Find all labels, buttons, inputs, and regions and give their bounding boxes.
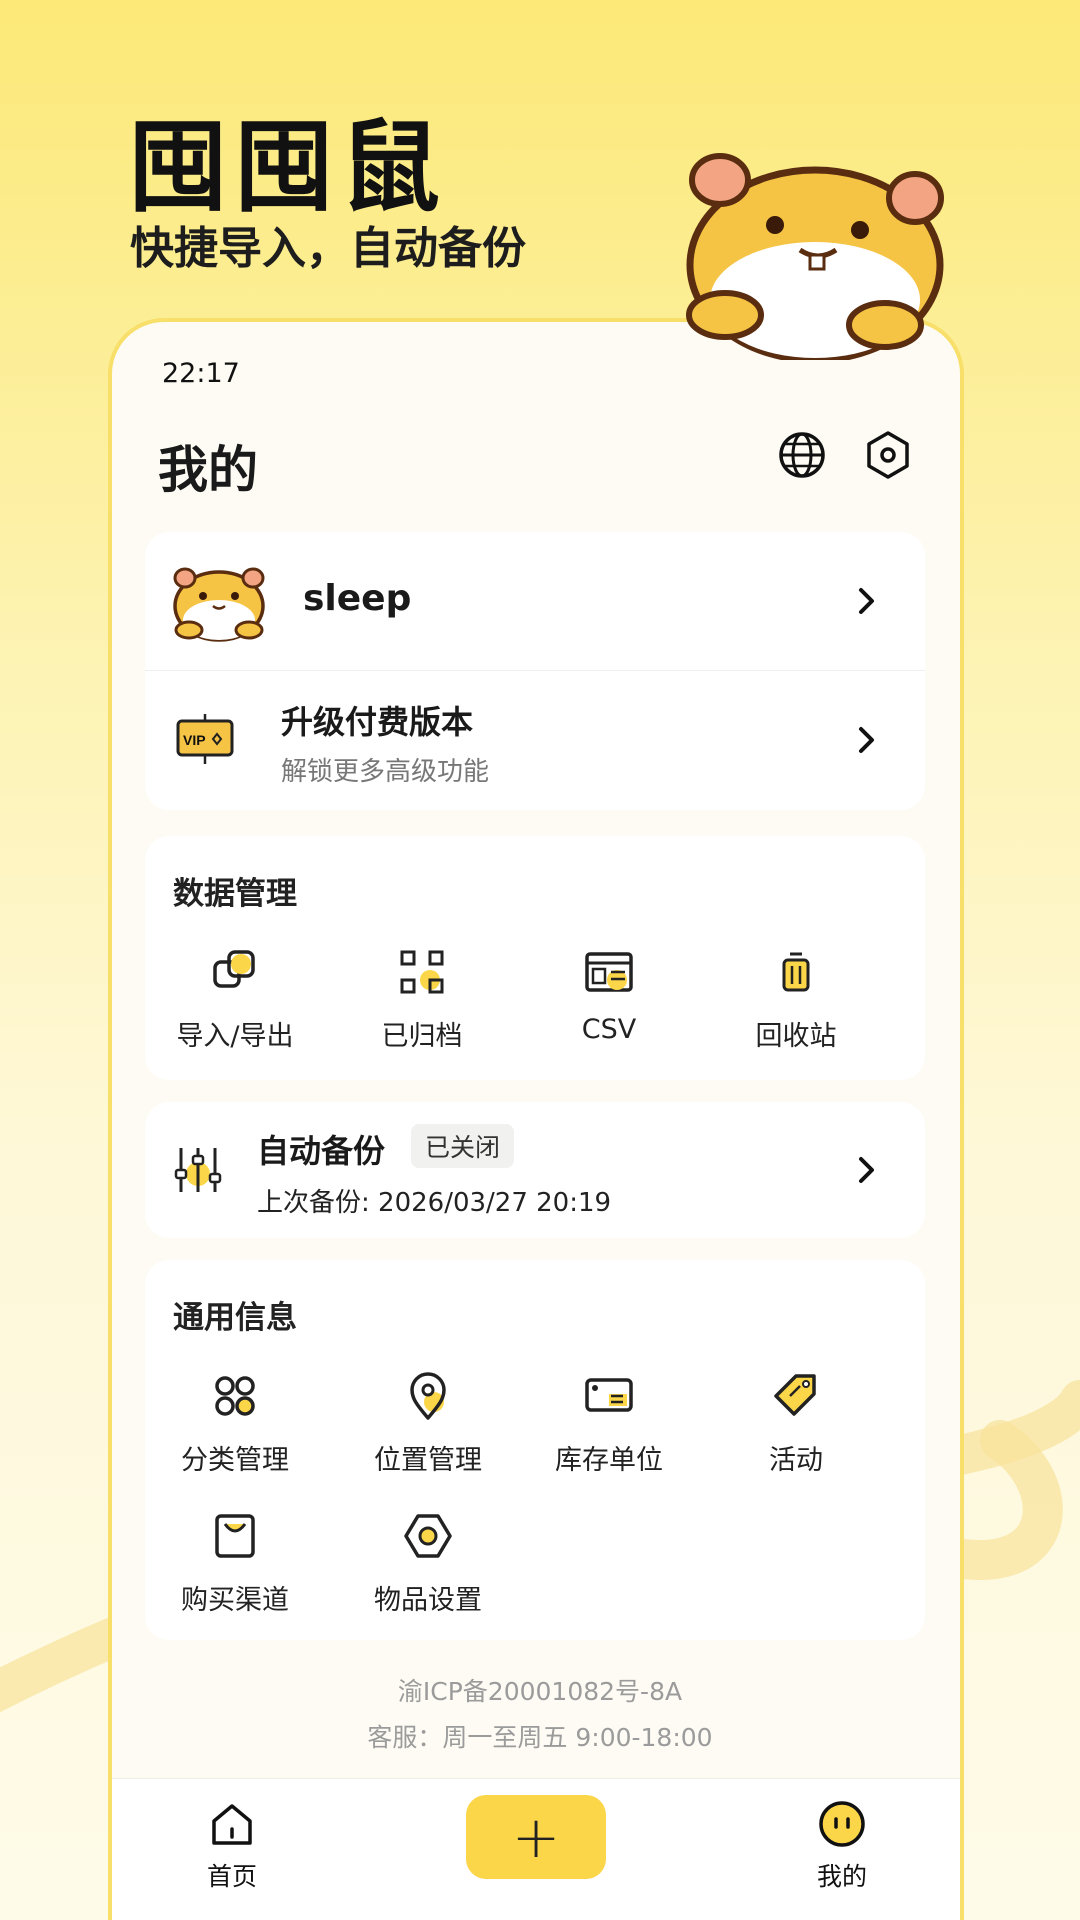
- icp-text: 渝ICP备20001082号-8A: [397, 1677, 683, 1706]
- shopping-bag-icon: [215, 1514, 255, 1558]
- csv-icon: [585, 952, 633, 992]
- activity-button[interactable]: 活动: [701, 1368, 891, 1477]
- auto-backup-card[interactable]: 自动备份 已关闭 上次备份: 2026/03/27 20:19: [145, 1102, 925, 1238]
- purchase-channel-button[interactable]: 购买渠道: [140, 1508, 330, 1617]
- item-settings-label: 物品设置: [374, 1585, 482, 1616]
- tag-icon: [774, 1374, 816, 1416]
- globe-icon[interactable]: [774, 427, 830, 483]
- phone-screen: 22:17 我的 sleep VIP 升级付费版本 解锁更多高级功能 数据管理 …: [108, 318, 964, 1920]
- import-export-icon: [213, 950, 255, 988]
- item-settings-icon: [404, 1514, 452, 1558]
- data-management-card: 数据管理 导入/导出 已归档 CSV 回收站: [145, 836, 925, 1080]
- profile-card: sleep VIP 升级付费版本 解锁更多高级功能: [145, 532, 925, 810]
- csv-label: CSV: [581, 1014, 637, 1045]
- category-management-button[interactable]: 分类管理: [140, 1368, 330, 1477]
- status-time: 22:17: [162, 358, 240, 389]
- upgrade-row[interactable]: VIP 升级付费版本 解锁更多高级功能: [145, 671, 925, 810]
- sliders-icon: [174, 1148, 222, 1192]
- category-icon: [215, 1376, 255, 1416]
- trash-icon: [782, 952, 810, 992]
- plus-icon: +: [511, 1803, 561, 1871]
- item-settings-button[interactable]: 物品设置: [333, 1508, 523, 1617]
- section-title: 数据管理: [173, 876, 297, 912]
- tab-mine[interactable]: 我的: [782, 1799, 902, 1893]
- brand-subtitle: 快捷导入，自动备份: [130, 223, 526, 274]
- import-export-button[interactable]: 导入/导出: [140, 944, 330, 1053]
- chevron-right-icon: [853, 587, 881, 615]
- archive-button[interactable]: 已归档: [327, 944, 517, 1053]
- chevron-right-icon: [853, 726, 881, 754]
- chevron-right-icon: [853, 1156, 881, 1184]
- section-title: 通用信息: [173, 1300, 297, 1336]
- stock-unit-button[interactable]: 库存单位: [514, 1368, 704, 1477]
- stock-unit-label: 库存单位: [555, 1445, 663, 1476]
- add-item-button[interactable]: +: [466, 1795, 606, 1879]
- location-management-button[interactable]: 位置管理: [333, 1368, 523, 1477]
- backup-title: 自动备份: [257, 1132, 386, 1170]
- archive-label: 已归档: [381, 1021, 463, 1052]
- brand-title: 囤囤鼠: [128, 109, 446, 226]
- service-hours-text: 客服：周一至周五 9:00-18:00: [367, 1723, 713, 1752]
- archive-icon: [400, 950, 444, 994]
- activity-label: 活动: [769, 1445, 823, 1476]
- page-title: 我的: [158, 441, 258, 499]
- vip-badge-text: VIP: [183, 732, 206, 748]
- tab-mine-label: 我的: [816, 1862, 867, 1891]
- smiley-icon: [819, 1801, 865, 1847]
- category-label: 分类管理: [181, 1445, 289, 1476]
- general-info-card: 通用信息 分类管理 位置管理 库存单位 活动 购买渠道 物品设置: [145, 1260, 925, 1640]
- profile-row[interactable]: sleep: [145, 532, 925, 671]
- purchase-channel-label: 购买渠道: [181, 1585, 289, 1616]
- trash-label: 回收站: [755, 1021, 837, 1052]
- bottom-tab-bar: 首页 + 我的: [112, 1778, 960, 1920]
- status-badge: 已关闭: [411, 1124, 515, 1168]
- location-icon: [410, 1372, 446, 1420]
- hamster-mascot-illustration: [686, 153, 944, 360]
- csv-button[interactable]: CSV: [514, 944, 704, 1045]
- vip-ticket-icon: VIP: [176, 714, 234, 764]
- settings-hex-icon[interactable]: [860, 427, 916, 483]
- tab-home-label: 首页: [206, 1862, 257, 1891]
- avatar: [173, 567, 265, 642]
- unit-icon: [585, 1378, 633, 1412]
- upgrade-title: 升级付费版本: [281, 703, 474, 741]
- home-icon: [212, 1804, 252, 1845]
- username: sleep: [303, 578, 412, 619]
- upgrade-subtitle: 解锁更多高级功能: [281, 757, 490, 787]
- trash-button[interactable]: 回收站: [701, 944, 891, 1053]
- import-export-label: 导入/导出: [176, 1021, 294, 1052]
- last-backup-text: 上次备份: 2026/03/27 20:19: [257, 1188, 612, 1218]
- tab-home[interactable]: 首页: [172, 1799, 292, 1893]
- location-label: 位置管理: [374, 1445, 482, 1476]
